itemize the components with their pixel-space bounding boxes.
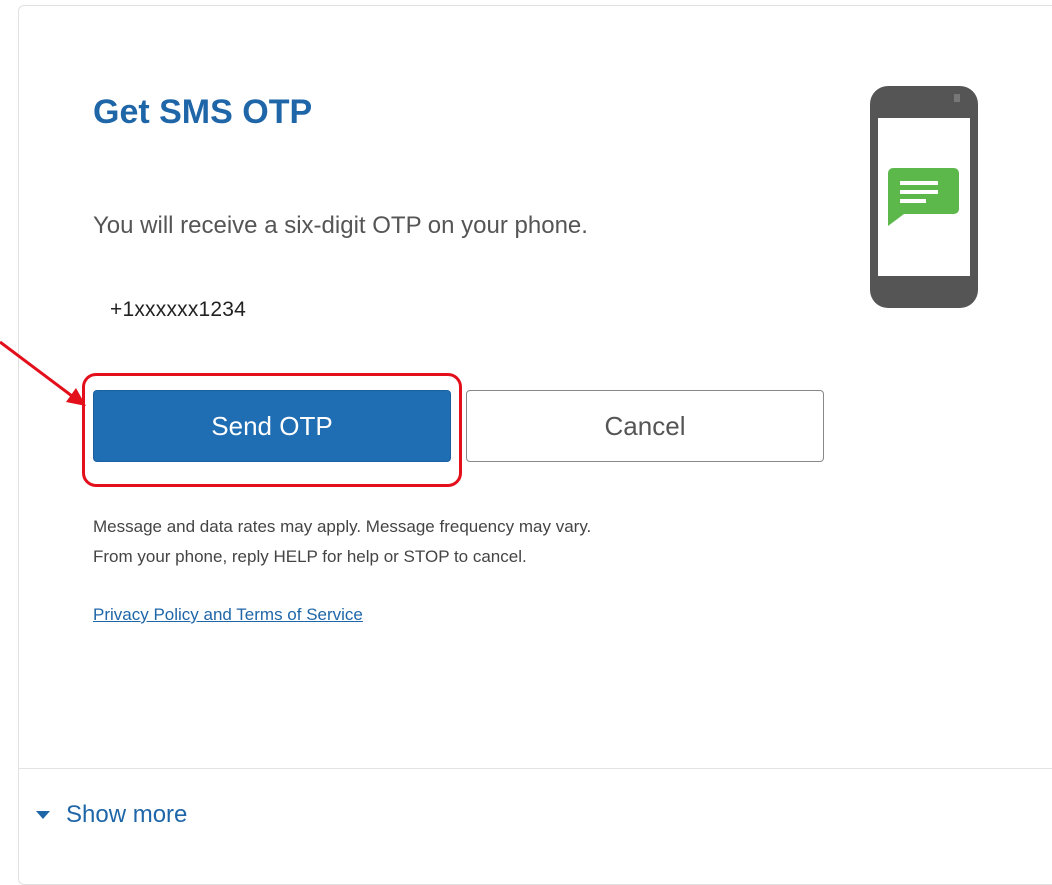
footer-divider — [18, 768, 1052, 769]
privacy-policy-link[interactable]: Privacy Policy and Terms of Service — [93, 601, 363, 629]
phone-number: +1xxxxxx1234 — [110, 298, 247, 321]
phone-with-message-icon — [870, 86, 978, 308]
page-title: Get SMS OTP — [93, 93, 313, 131]
disclaimer-line-1: Message and data rates may apply. Messag… — [93, 517, 592, 536]
show-more-toggle[interactable]: Show more — [36, 801, 187, 829]
send-otp-button[interactable]: Send OTP — [93, 390, 451, 462]
disclaimer-line-2: From your phone, reply HELP for help or … — [93, 547, 527, 566]
cancel-button[interactable]: Cancel — [466, 390, 824, 462]
otp-description: You will receive a six-digit OTP on your… — [93, 212, 588, 239]
disclaimer-text: Message and data rates may apply. Messag… — [93, 512, 591, 572]
show-more-label: Show more — [66, 801, 188, 828]
caret-down-icon — [36, 811, 50, 819]
